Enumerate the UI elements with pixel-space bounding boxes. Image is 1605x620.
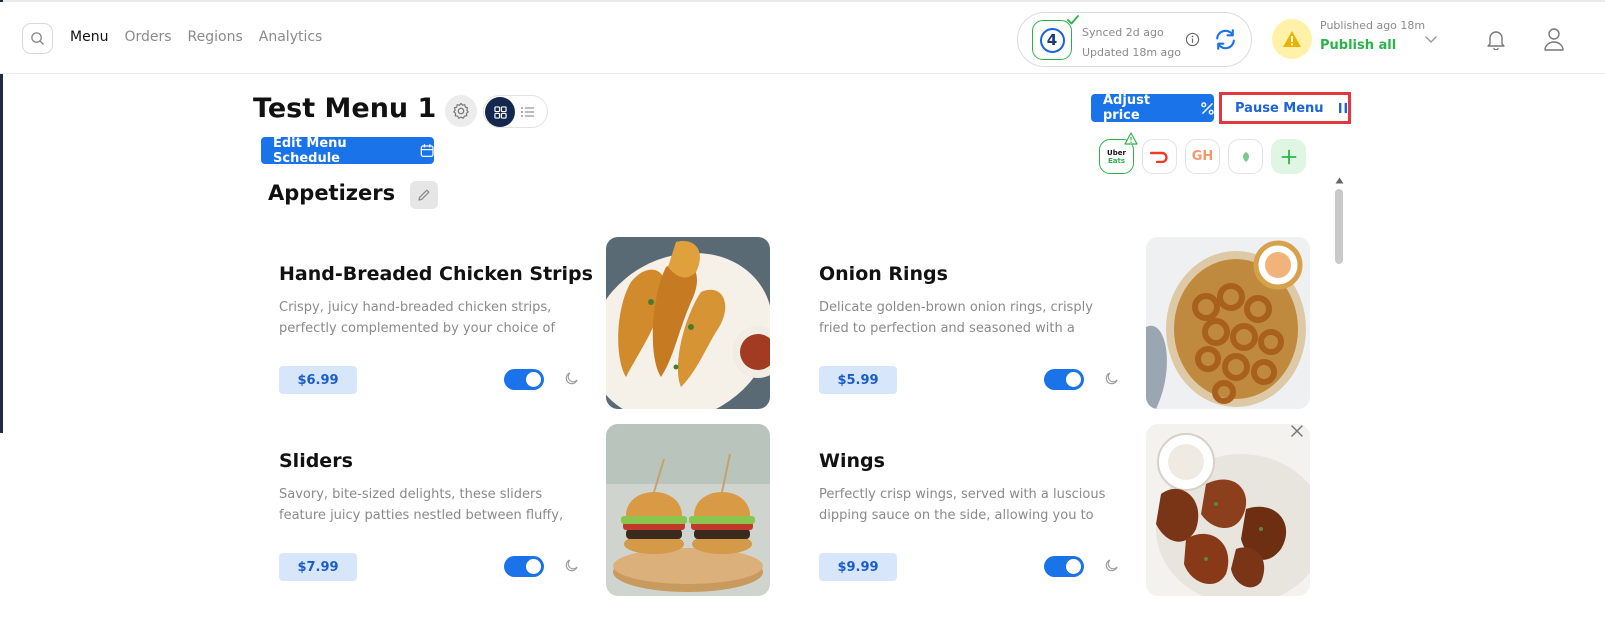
toggle-knob xyxy=(1066,372,1081,387)
grid-icon xyxy=(493,105,507,119)
user-icon[interactable] xyxy=(1543,27,1565,51)
item-price[interactable]: $5.99 xyxy=(819,366,897,394)
menu-item-card[interactable]: Wings Perfectly crisp wings, served with… xyxy=(819,424,1319,599)
pause-icon xyxy=(1338,103,1347,113)
search-button[interactable] xyxy=(22,23,53,54)
pause-menu-label: Pause Menu xyxy=(1235,100,1324,116)
gear-icon xyxy=(453,102,469,119)
leaf-logo-icon xyxy=(1242,151,1249,162)
chicken-strips-image xyxy=(606,237,770,409)
platform-doordash[interactable] xyxy=(1142,139,1177,174)
sliders-image xyxy=(606,424,770,596)
publish-dropdown[interactable]: Published ago 18m Publish all xyxy=(1272,19,1442,61)
item-description: Savory, bite-sized delights, these slide… xyxy=(279,487,564,523)
warning-icon xyxy=(1283,31,1301,47)
grid-view-button[interactable] xyxy=(485,97,515,127)
item-availability-toggle[interactable] xyxy=(504,369,544,390)
item-name: Sliders xyxy=(279,450,353,472)
item-photo-chicken-strips[interactable] xyxy=(606,237,770,409)
menu-settings-button[interactable] xyxy=(445,95,477,127)
platform-postmates[interactable] xyxy=(1228,139,1263,174)
toggle-knob xyxy=(1066,559,1081,574)
menu-item-card[interactable]: Onion Rings Delicate golden-brown onion … xyxy=(819,237,1319,412)
platform-uber-eats[interactable]: Uber Eats xyxy=(1099,132,1138,174)
platform-selector: Uber Eats GH xyxy=(1099,132,1306,174)
toggle-knob xyxy=(526,559,541,574)
scrollbar-thumb[interactable] xyxy=(1335,189,1343,264)
item-name: Onion Rings xyxy=(819,263,948,285)
calendar-icon xyxy=(420,144,434,157)
edit-section-button[interactable] xyxy=(410,181,438,209)
pencil-icon xyxy=(418,189,430,201)
menu-item-card[interactable]: Hand-Breaded Chicken Strips Crispy, juic… xyxy=(279,237,779,412)
sync-count-badge: 4 xyxy=(1032,15,1079,60)
item-description: Crispy, juicy hand-breaded chicken strip… xyxy=(279,300,556,336)
moon-icon[interactable] xyxy=(565,558,579,572)
search-icon xyxy=(31,32,44,45)
bell-icon[interactable] xyxy=(1486,29,1506,50)
item-name: Wings xyxy=(819,450,885,472)
menu-item-card[interactable]: Sliders Savory, bite-sized delights, the… xyxy=(279,424,779,599)
warning-icon xyxy=(1124,132,1138,145)
close-icon[interactable] xyxy=(1287,421,1307,441)
doordash-logo-icon xyxy=(1149,151,1168,163)
item-price[interactable]: $7.99 xyxy=(279,553,357,581)
info-icon[interactable] xyxy=(1185,32,1200,47)
edit-menu-schedule-button[interactable]: Edit Menu Schedule xyxy=(261,135,434,166)
section-title: Appetizers xyxy=(268,181,396,205)
item-photo-wings[interactable] xyxy=(1146,424,1310,596)
main-nav: Menu Orders Regions Analytics xyxy=(70,29,322,45)
item-photo-onion-rings[interactable] xyxy=(1146,237,1310,409)
percent-icon xyxy=(1201,101,1214,115)
check-icon xyxy=(1067,15,1079,25)
list-icon[interactable] xyxy=(520,105,535,119)
refresh-icon[interactable] xyxy=(1213,27,1238,52)
item-availability-toggle[interactable] xyxy=(504,556,544,577)
add-platform-button[interactable] xyxy=(1271,139,1306,174)
warning-badge xyxy=(1272,19,1312,59)
page-title: Test Menu 1 xyxy=(253,93,437,124)
item-description: Perfectly crisp wings, served with a lus… xyxy=(819,487,1106,523)
adjust-price-label: Adjust price xyxy=(1103,93,1151,123)
moon-icon[interactable] xyxy=(565,371,579,385)
moon-icon[interactable] xyxy=(1105,558,1119,572)
wings-image xyxy=(1146,424,1310,596)
onion-rings-image xyxy=(1146,237,1310,409)
sync-status-pill[interactable]: 4 Synced 2d ago Updated 18m ago xyxy=(1017,12,1252,67)
uber-eats-logo: Uber Eats xyxy=(1107,148,1126,165)
sync-text: Synced 2d ago Updated 18m ago xyxy=(1082,23,1181,63)
top-header: Menu Orders Regions Analytics 4 Synced 2… xyxy=(0,2,1605,74)
updated-label: Updated 18m ago xyxy=(1082,46,1181,59)
gh-logo: GH xyxy=(1191,149,1214,164)
plus-icon xyxy=(1281,149,1296,164)
adjust-price-button[interactable]: Adjust price xyxy=(1091,93,1214,123)
synced-label: Synced 2d ago xyxy=(1082,26,1164,39)
nav-analytics[interactable]: Analytics xyxy=(259,29,323,45)
item-availability-toggle[interactable] xyxy=(1044,369,1084,390)
edit-menu-schedule-label: Edit Menu Schedule xyxy=(273,135,347,166)
item-price[interactable]: $6.99 xyxy=(279,366,357,394)
nav-orders[interactable]: Orders xyxy=(124,29,171,45)
nav-regions[interactable]: Regions xyxy=(188,29,243,45)
item-photo-sliders[interactable] xyxy=(606,424,770,596)
item-name: Hand-Breaded Chicken Strips xyxy=(279,263,593,285)
pause-menu-button[interactable]: Pause Menu xyxy=(1219,92,1351,124)
chevron-down-icon[interactable] xyxy=(1424,32,1438,46)
platform-gh[interactable]: GH xyxy=(1185,139,1220,174)
moon-icon[interactable] xyxy=(1105,371,1119,385)
scroll-up-arrow-icon[interactable] xyxy=(1335,177,1344,184)
sync-count: 4 xyxy=(1039,27,1065,53)
item-price[interactable]: $9.99 xyxy=(819,553,897,581)
item-description: Delicate golden-brown onion rings, crisp… xyxy=(819,300,1093,336)
view-mode-toggle xyxy=(483,95,548,128)
toggle-knob xyxy=(526,372,541,387)
item-availability-toggle[interactable] xyxy=(1044,556,1084,577)
publish-all-button[interactable]: Publish all xyxy=(1320,38,1396,53)
scrollbar[interactable] xyxy=(1333,177,1345,607)
nav-menu[interactable]: Menu xyxy=(70,29,108,45)
published-status: Published ago 18m xyxy=(1320,19,1426,32)
